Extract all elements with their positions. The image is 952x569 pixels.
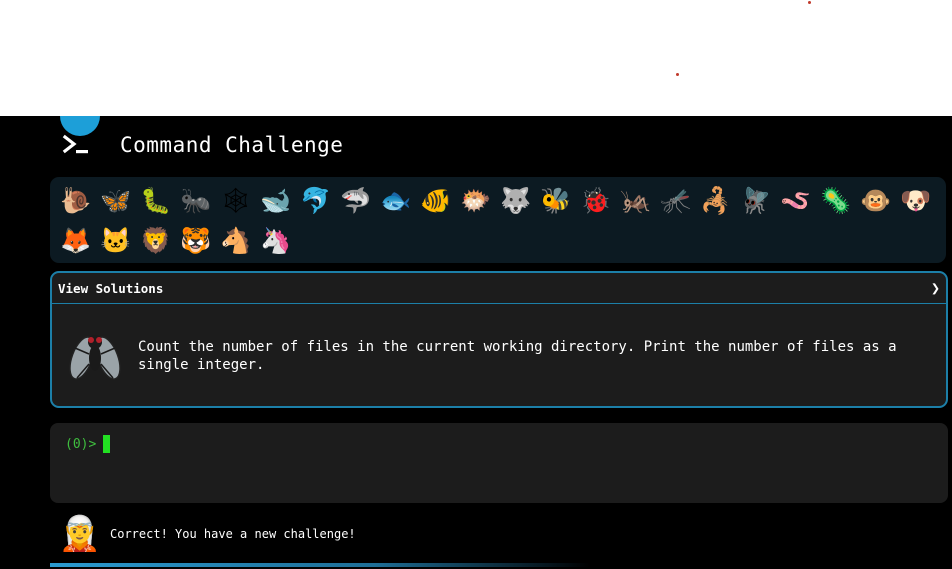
view-solutions-label: View Solutions [58,280,164,296]
challenge-description: Count the number of files in the current… [138,338,897,373]
challenge-scorpion-icon[interactable]: 🦂 [696,181,736,221]
challenge-dolphin-icon[interactable]: 🐬 [296,181,336,221]
challenge-unicorn-icon[interactable]: 🦄 [256,221,296,261]
decorative-dot [808,1,811,4]
challenge-monkey-icon[interactable]: 🐵 [856,181,896,221]
decorative-dot [676,73,679,76]
challenge-wolf-icon[interactable]: 🐺 [496,181,536,221]
challenge-lion-icon[interactable]: 🦁 [136,221,176,261]
challenge-cricket-icon[interactable]: 🦗 [616,181,656,221]
challenge-caterpillar-icon[interactable]: 🐛 [136,181,176,221]
app-title: Command Challenge [120,133,344,157]
status-message: 🧝 Correct! You have a new challenge! [58,512,356,556]
challenge-butterfly-icon[interactable]: 🦋 [96,181,136,221]
challenge-ant-icon[interactable]: 🐜 [176,181,216,221]
terminal-cursor [103,435,111,453]
challenge-mosquito-icon[interactable]: 🦟 [656,181,696,221]
challenge-snail-icon[interactable]: 🐌 [56,181,96,221]
challenge-body: Count the number of files in the current… [52,304,946,407]
chevron-right-icon: ❯ [930,279,940,297]
challenge-horse-icon[interactable]: 🐴 [216,221,256,261]
challenge-tropical-fish-icon[interactable]: 🐠 [416,181,456,221]
challenge-microbe-icon[interactable]: 🦠 [816,181,856,221]
challenge-spider-web-icon[interactable]: 🕸 [216,181,256,221]
challenge-tiger-icon[interactable]: 🐯 [176,221,216,261]
status-text: Correct! You have a new challenge! [110,527,356,541]
challenge-fly-icon[interactable]: 🪰 [736,181,776,221]
challenge-dog-icon[interactable]: 🐶 [896,181,936,221]
challenge-bee-icon[interactable]: 🐝 [536,181,576,221]
elf-icon: 🧝 [58,514,102,554]
terminal-prompt-icon [56,126,96,164]
challenge-shark-icon[interactable]: 🦈 [336,181,376,221]
challenge-panel: View Solutions ❯ Count the number of fil… [50,271,948,408]
terminal-prompt: (0)> [65,436,97,452]
challenge-emoji-bar: 🐌 🦋 🐛 🐜 🕸 🐋 🐬 🦈 🐟 🐠 🐡 🐺 🐝 🐞 🦗 🦟 🦂 🪰 🪱 🦠 🐵 🐶 🦊 🐱 🦁 🐯 🐴 🦄 [50,177,946,263]
challenge-worm-icon[interactable]: 🪱 [776,181,816,221]
challenge-fish-icon[interactable]: 🐟 [376,181,416,221]
terminal-input-line[interactable]: (0)> [65,435,933,453]
fly-icon [62,328,128,384]
app-container: Command Challenge 🐌 🦋 🐛 🐜 🕸 🐋 🐬 🦈 🐟 🐠 🐡 🐺 🐝 🐞 🦗 🦟 🦂 🪰 🪱 🦠 🐵 🐶… [0,116,952,569]
header: Command Challenge [56,126,343,164]
page-top-area [0,0,952,116]
challenge-ladybug-icon[interactable]: 🐞 [576,181,616,221]
progress-bar [50,563,590,567]
challenge-whale-icon[interactable]: 🐋 [256,181,296,221]
challenge-blowfish-icon[interactable]: 🐡 [456,181,496,221]
view-solutions-toggle[interactable]: View Solutions ❯ [52,273,946,304]
challenge-cat-icon[interactable]: 🐱 [96,221,136,261]
challenge-fox-icon[interactable]: 🦊 [56,221,96,261]
terminal[interactable]: (0)> [50,423,948,503]
